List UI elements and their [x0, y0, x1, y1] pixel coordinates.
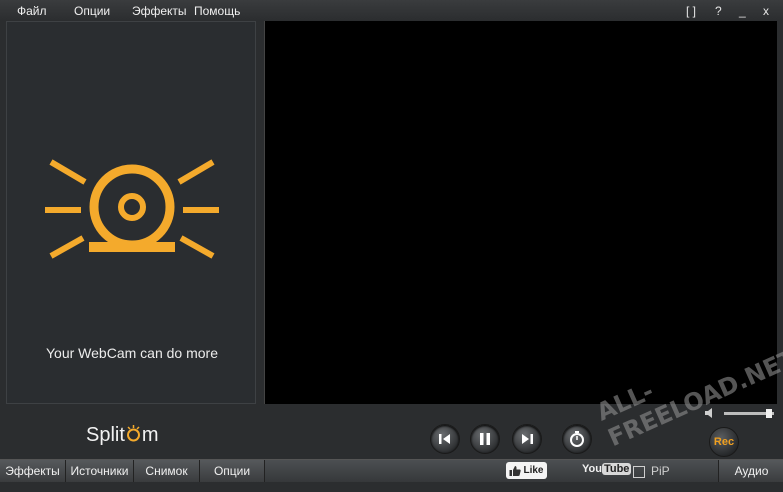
menu-effects[interactable]: Эффекты: [132, 4, 187, 18]
logo-o-icon: [126, 425, 140, 442]
tagline: Your WebCam can do more: [46, 345, 218, 361]
logo-text-prefix: Split: [86, 424, 125, 446]
youtube-you: You: [582, 463, 602, 475]
help-button[interactable]: ?: [715, 4, 722, 18]
close-button[interactable]: x: [763, 4, 769, 18]
tab-effects[interactable]: Эффекты: [0, 460, 66, 482]
like-label: Like: [523, 465, 544, 476]
pause-icon: [480, 433, 490, 445]
rec-button[interactable]: Rec: [709, 427, 739, 457]
thumbs-up-icon: [509, 465, 522, 476]
tab-audio[interactable]: Аудио: [718, 460, 783, 482]
timer-icon: [570, 431, 584, 447]
tab-sources[interactable]: Источники: [66, 460, 134, 482]
speaker-icon: [705, 408, 712, 418]
pause-button[interactable]: [470, 424, 500, 454]
pip-label: PiP: [651, 464, 670, 478]
next-button[interactable]: [512, 424, 542, 454]
next-icon: [522, 434, 533, 444]
timer-button[interactable]: [562, 424, 592, 454]
tab-snapshot[interactable]: Снимок: [134, 460, 200, 482]
webcam-icon: [45, 159, 219, 259]
prev-button[interactable]: [430, 424, 460, 454]
fullscreen-button[interactable]: [ ]: [686, 4, 696, 18]
bottom-bar: Эффекты Источники Снимок Опции Like You T…: [0, 459, 783, 482]
minimize-button[interactable]: _: [739, 4, 746, 18]
menu-help[interactable]: Помощь: [194, 4, 240, 18]
splitcam-logo: Split m: [86, 424, 159, 447]
tab-options[interactable]: Опции: [200, 460, 265, 482]
youtube-button[interactable]: You Tube: [582, 463, 632, 475]
menu-options[interactable]: Опции: [74, 4, 110, 18]
effects-preview-panel: Your WebCam can do more: [6, 21, 256, 404]
logo-text-suffix: m: [141, 424, 159, 446]
volume-thumb[interactable]: [766, 409, 772, 418]
youtube-tube: Tube: [601, 463, 632, 475]
like-button[interactable]: Like: [506, 462, 547, 479]
video-preview: [264, 21, 777, 404]
menu-file[interactable]: Файл: [17, 4, 47, 18]
pip-checkbox[interactable]: [633, 466, 645, 478]
menu-bar: Файл Опции Эффекты Помощь [ ] ? _ x: [0, 0, 783, 21]
prev-icon: [439, 434, 450, 444]
